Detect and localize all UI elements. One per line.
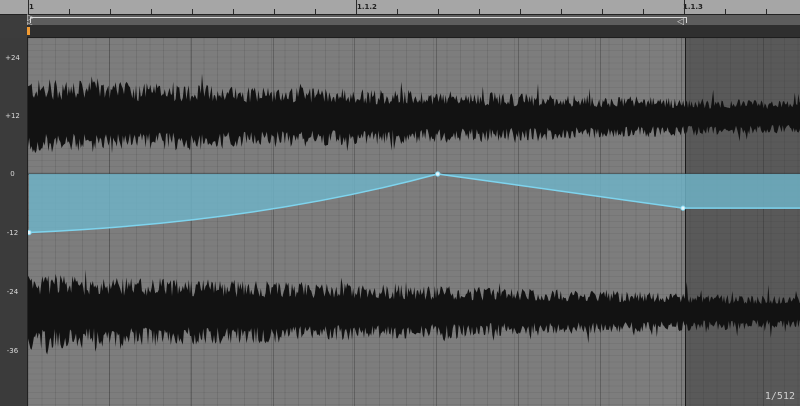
ruler-tick [684, 0, 685, 14]
bar-label-1-1-2: 1.1.2 [357, 3, 377, 11]
gain-label-0: 0 [10, 170, 15, 178]
ruler-tick [315, 9, 316, 14]
gain-scale: +24 +12 0 -12 -24 -36 [0, 38, 27, 406]
ruler-tick [438, 9, 439, 14]
sample-editor[interactable]: 1/512 [27, 38, 800, 406]
ruler-tick [561, 9, 562, 14]
gain-envelope[interactable] [28, 38, 800, 406]
gain-label-minus36: -36 [6, 347, 19, 355]
ruler-tick [520, 9, 521, 14]
zoom-readout: 1/512 [764, 391, 795, 402]
envelope-breakpoint[interactable] [680, 205, 686, 211]
ruler-tick [766, 9, 767, 14]
gain-label-minus12: -12 [6, 229, 19, 237]
ruler-tick [192, 9, 193, 14]
ruler-tick [69, 9, 70, 14]
envelope-breakpoint[interactable] [28, 229, 32, 236]
timeline-ruler[interactable]: 1 1.1.2 1.1.3 [0, 0, 800, 15]
envelope-breakpoint[interactable] [435, 171, 441, 177]
scrub-area[interactable] [27, 25, 800, 38]
gain-label-minus24: -24 [6, 288, 19, 296]
ruler-tick [643, 9, 644, 14]
ruler-tick [479, 9, 480, 14]
bar-label-1-1-3: 1.1.3 [683, 3, 703, 11]
loop-brace[interactable] [30, 17, 687, 23]
playhead-flag[interactable] [27, 27, 30, 35]
ruler-tick [151, 9, 152, 14]
ruler-tick [274, 9, 275, 14]
clip-view: 1 1.1.2 1.1.3 ▷ ▷ ◁ +24 +12 0 -12 -24 -3… [0, 0, 800, 406]
ruler-tick [233, 9, 234, 14]
gain-label-plus12: +12 [5, 112, 20, 120]
gain-label-plus24: +24 [5, 54, 20, 62]
envelope-fill [29, 174, 800, 233]
ruler-tick [356, 0, 357, 14]
ruler-tick [28, 0, 29, 14]
ruler-tick [725, 9, 726, 14]
ruler-tick [602, 9, 603, 14]
ruler-tick [110, 9, 111, 14]
bar-label-1: 1 [29, 3, 34, 11]
ruler-tick [397, 9, 398, 14]
